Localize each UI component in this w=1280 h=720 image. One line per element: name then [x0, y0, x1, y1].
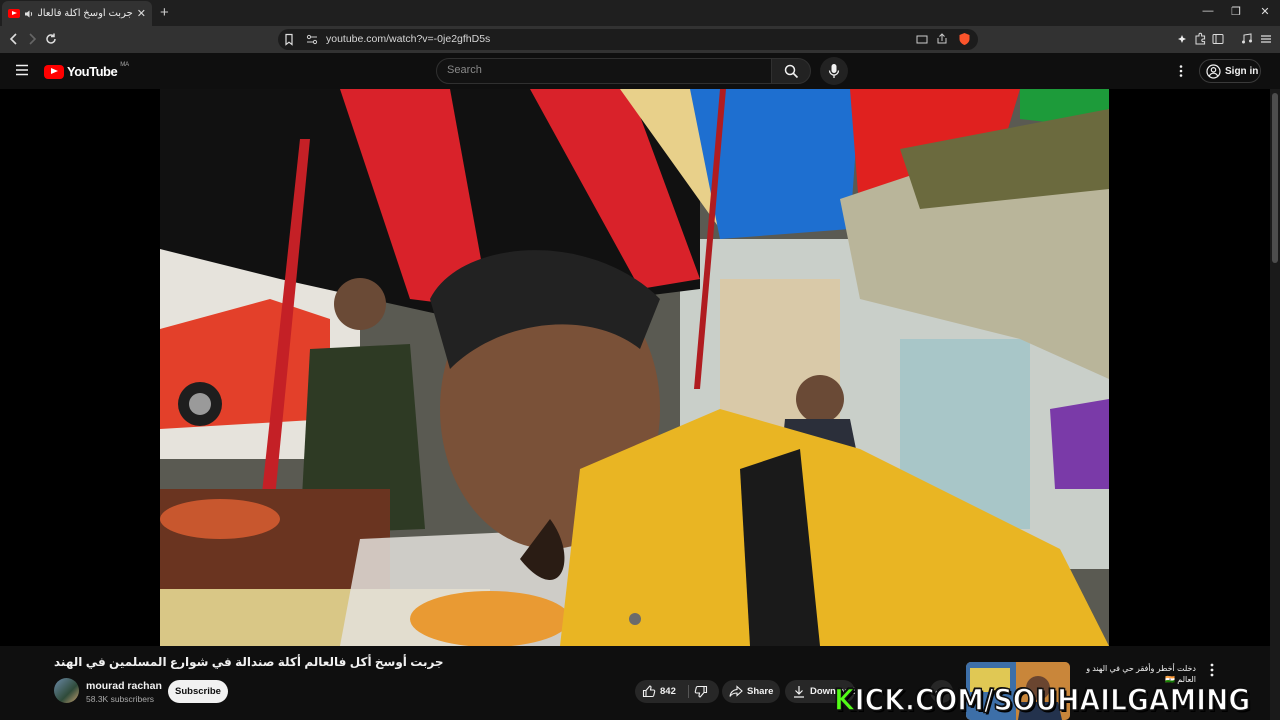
like-count: 842 [660, 686, 676, 697]
video-scene [160, 89, 1109, 646]
media-icon[interactable] [1240, 32, 1254, 46]
youtube-favicon-icon [8, 9, 20, 18]
microphone-icon [828, 64, 840, 78]
share-label: Share [747, 686, 774, 697]
address-bar[interactable]: youtube.com/watch?v=-0je2gfhD5s [278, 29, 978, 50]
youtube-masthead: YouTube MA Sign in [0, 53, 1280, 89]
download-icon [794, 686, 804, 698]
settings-more-icon[interactable] [1175, 64, 1187, 78]
scrollbar-thumb[interactable] [1272, 93, 1278, 263]
search-input[interactable] [447, 64, 747, 76]
recommended-menu-icon[interactable] [1205, 662, 1219, 678]
browser-toolbar: youtube.com/watch?v=-0je2gfhD5s [0, 26, 1280, 53]
tab-close-icon[interactable]: ✕ [137, 7, 146, 20]
bookmark-icon[interactable] [283, 33, 295, 46]
channel-name[interactable]: mourad rachan [86, 680, 162, 692]
channel-avatar[interactable] [54, 678, 79, 703]
like-divider [688, 685, 689, 698]
minimize-icon[interactable]: — [1201, 5, 1215, 17]
youtube-play-icon [44, 64, 64, 79]
dislike-icon[interactable] [694, 685, 708, 699]
subscribe-button[interactable]: Subscribe [168, 680, 228, 703]
search-icon [784, 64, 799, 79]
logo-text: YouTube [67, 64, 118, 79]
account-icon [1206, 63, 1221, 79]
menu-icon[interactable] [1259, 32, 1273, 46]
logo-region: MA [120, 61, 130, 68]
share-page-icon[interactable] [936, 33, 948, 45]
video-frame[interactable] [160, 89, 1109, 646]
kick-rest-text: ICK.COM/SOUHAILGAMING [854, 682, 1251, 718]
voice-search-button[interactable] [820, 57, 848, 85]
browser-tab[interactable]: جربت أوسخ أكلة فالعالم ... ✕ [2, 1, 152, 26]
reload-icon[interactable] [44, 32, 58, 46]
search-box [436, 58, 772, 84]
page-scrollbar[interactable] [1270, 89, 1280, 720]
share-icon [729, 685, 743, 697]
search-button[interactable] [771, 58, 811, 84]
kick-watermark: KICK.COM/SOUHAILGAMING [833, 682, 1251, 718]
like-icon[interactable] [642, 684, 656, 698]
sign-in-label: Sign in [1225, 65, 1259, 77]
recommended-title[interactable]: دخلت أخطر وأفقر حي في الهند و العالم 🇮🇳 [1076, 663, 1196, 685]
url-text: youtube.com/watch?v=-0je2gfhD5s [326, 33, 491, 45]
guide-menu-icon[interactable] [15, 64, 29, 76]
cast-icon[interactable] [916, 34, 928, 45]
window-close-icon[interactable]: ✕ [1258, 5, 1272, 18]
speaker-icon[interactable] [24, 9, 34, 19]
youtube-logo[interactable]: YouTube MA [44, 61, 130, 79]
kick-first-letter: K [833, 682, 855, 718]
video-title: جربت أوسخ أكل فالعالم أكلة صندالة في شوا… [54, 655, 444, 669]
tab-title: جربت أوسخ أكلة فالعالم ... [38, 8, 133, 19]
video-player[interactable] [0, 89, 1270, 646]
like-dislike-group: 842 [635, 680, 719, 703]
extensions-icon[interactable] [1193, 32, 1207, 46]
sign-in-button[interactable]: Sign in [1199, 59, 1261, 83]
new-tab-icon[interactable]: + [160, 5, 169, 20]
restore-icon[interactable]: ❐ [1229, 5, 1243, 18]
leo-ai-icon[interactable] [1175, 32, 1189, 46]
back-icon[interactable] [7, 32, 21, 46]
subscriber-count: 58.3K subscribers [86, 694, 155, 704]
share-button[interactable]: Share [722, 680, 780, 703]
brave-shield-icon[interactable] [958, 32, 971, 46]
forward-icon[interactable] [25, 32, 39, 46]
site-settings-icon[interactable] [306, 34, 318, 45]
sidebar-icon[interactable] [1211, 32, 1225, 46]
browser-tab-strip: جربت أوسخ أكلة فالعالم ... ✕ + — ❐ ✕ [0, 0, 1280, 26]
